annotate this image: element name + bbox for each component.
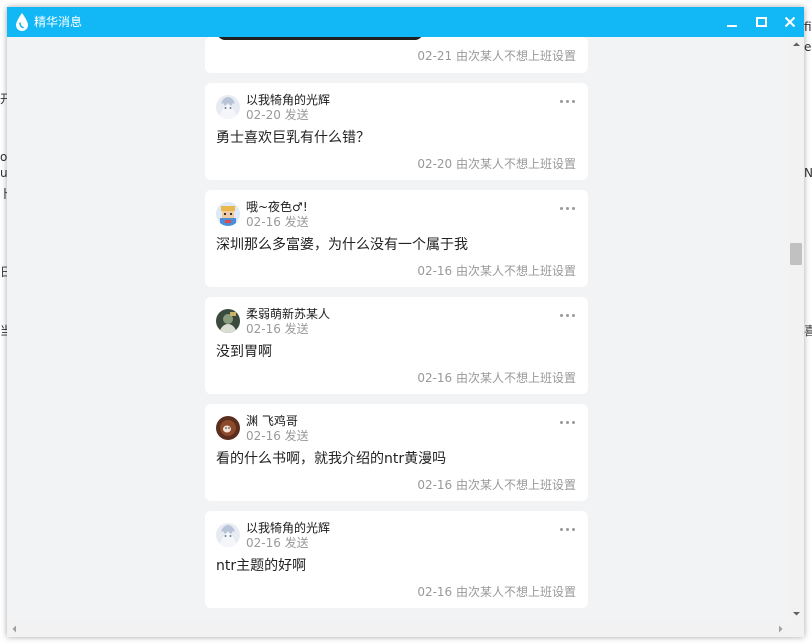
close-button[interactable] (778, 10, 802, 34)
avatar[interactable] (216, 309, 240, 333)
message-text: 没到胃啊 (216, 344, 272, 360)
message-text: ntr主题的好啊 (216, 558, 307, 574)
minimize-button[interactable] (720, 10, 744, 34)
set-by-footer: 02-21 由次某人不想上班设置 (417, 49, 576, 63)
scroll-up-arrow-icon[interactable] (789, 37, 804, 52)
message-card: 02-21 由次某人不想上班设置 (205, 37, 588, 73)
avatar[interactable] (216, 95, 240, 119)
sent-date: 02-16 发送 (246, 536, 309, 550)
scroll-down-arrow-icon[interactable] (789, 606, 804, 621)
more-options-icon[interactable] (557, 419, 577, 427)
background-fragment: fi (804, 20, 812, 34)
set-by-footer: 02-16 由次某人不想上班设置 (417, 585, 576, 599)
horizontal-scrollbar[interactable] (7, 621, 789, 637)
vertical-scrollbar[interactable] (789, 37, 804, 621)
maximize-button[interactable] (749, 10, 773, 34)
background-fragment: el (804, 40, 812, 54)
author-name[interactable]: 哦~夜色♂! (246, 200, 308, 214)
more-options-icon[interactable] (557, 205, 577, 213)
window-title: 精华消息 (34, 15, 83, 29)
more-options-icon[interactable] (557, 312, 577, 320)
message-text: 勇士喜欢巨乳有什么错？ (216, 130, 370, 146)
sent-date: 02-20 发送 (246, 108, 309, 122)
set-by-footer: 02-16 由次某人不想上班设置 (417, 371, 576, 385)
author-name[interactable]: 柔弱萌新苏某人 (246, 307, 330, 321)
more-options-icon[interactable] (557, 526, 577, 534)
message-card: 以我犄角的光辉 02-16 发送 ntr主题的好啊 02-16 由次某人不想上班… (205, 511, 588, 608)
message-card: 哦~夜色♂! 02-16 发送 深圳那么多富婆，为什么没有一个属于我 02-16… (205, 190, 588, 287)
more-options-icon[interactable] (557, 98, 577, 106)
scroll-right-arrow-icon[interactable] (773, 621, 788, 636)
sent-date: 02-16 发送 (246, 322, 309, 336)
set-by-footer: 02-20 由次某人不想上班设置 (417, 157, 576, 171)
essence-messages-window: 精华消息 02-21 由次某人不想上班设置 以我犄角的光辉 02-20 发送 勇… (7, 7, 804, 637)
author-name[interactable]: 以我犄角的光辉 (246, 93, 330, 107)
background-fragment: N (804, 166, 812, 180)
sent-date: 02-16 发送 (246, 429, 309, 443)
scrollbar-corner (789, 621, 804, 637)
qq-drop-logo-icon (14, 12, 30, 32)
message-card: 柔弱萌新苏某人 02-16 发送 没到胃啊 02-16 由次某人不想上班设置 (205, 297, 588, 394)
set-by-footer: 02-16 由次某人不想上班设置 (417, 478, 576, 492)
message-card: 以我犄角的光辉 02-20 发送 勇士喜欢巨乳有什么错？ 02-20 由次某人不… (205, 83, 588, 180)
message-text: 看的什么书啊，就我介绍的ntr黄漫吗 (216, 451, 447, 467)
author-name[interactable]: 渊 飞鸡哥 (246, 414, 298, 428)
avatar[interactable] (216, 523, 240, 547)
title-bar[interactable]: 精华消息 (7, 7, 804, 37)
avatar[interactable] (216, 416, 240, 440)
author-name[interactable]: 以我犄角的光辉 (246, 521, 330, 535)
video-thumbnail[interactable] (217, 37, 423, 40)
background-fragment: 喜 (804, 324, 812, 338)
scrollbar-thumb[interactable] (790, 243, 802, 265)
message-list[interactable]: 02-21 由次某人不想上班设置 以我犄角的光辉 02-20 发送 勇士喜欢巨乳… (7, 37, 789, 621)
sent-date: 02-16 发送 (246, 215, 309, 229)
set-by-footer: 02-16 由次某人不想上班设置 (417, 264, 576, 278)
message-text: 深圳那么多富婆，为什么没有一个属于我 (216, 237, 468, 253)
avatar[interactable] (216, 202, 240, 226)
message-card: 渊 飞鸡哥 02-16 发送 看的什么书啊，就我介绍的ntr黄漫吗 02-16 … (205, 404, 588, 501)
scroll-left-arrow-icon[interactable] (7, 621, 22, 636)
